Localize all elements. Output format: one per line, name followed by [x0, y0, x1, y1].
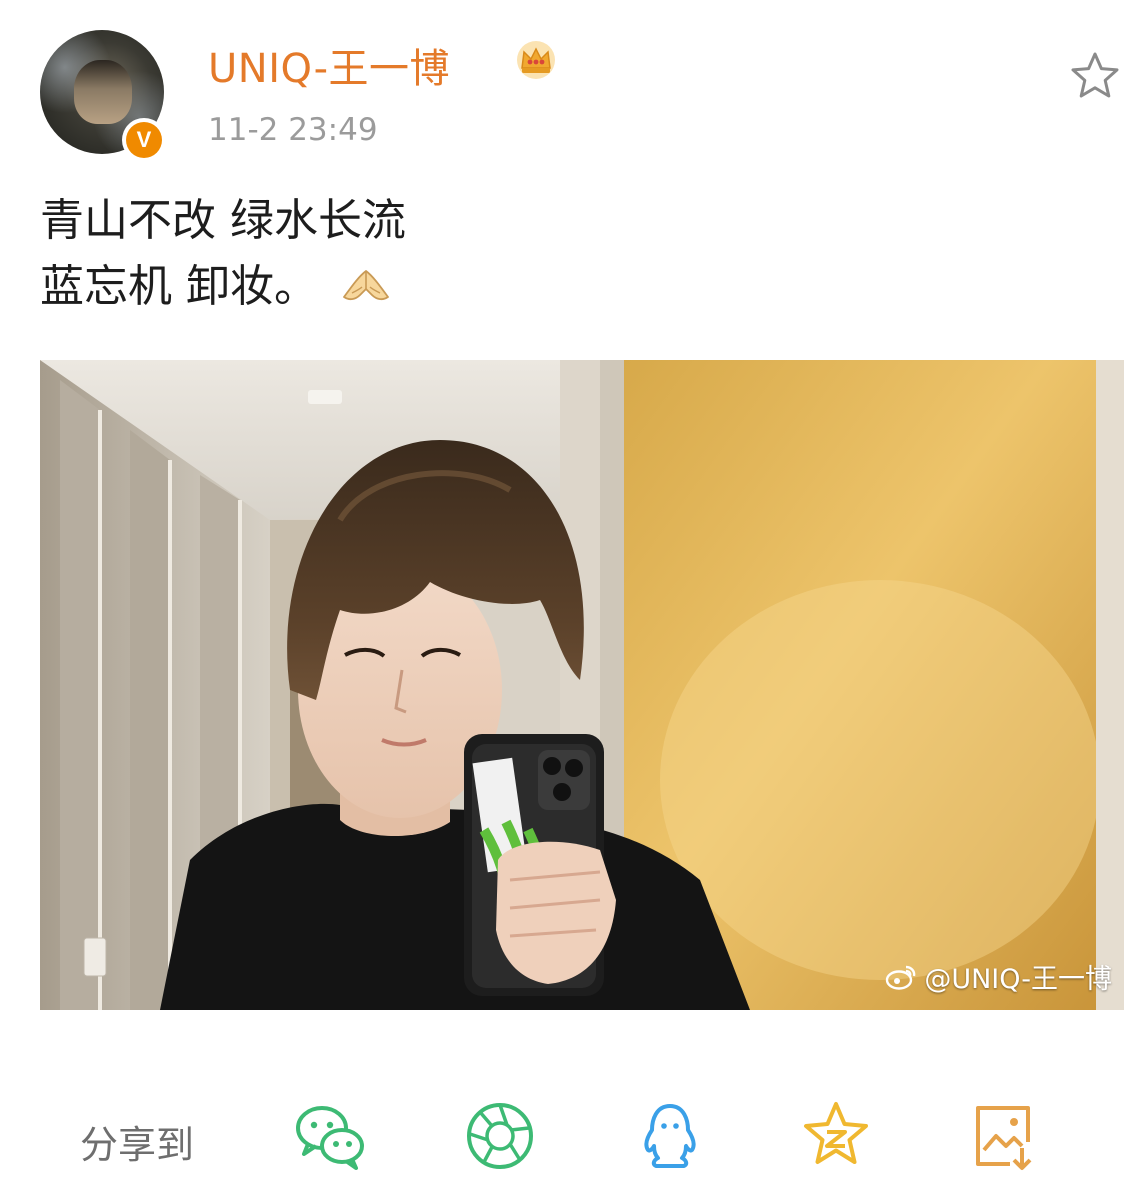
- favorite-star-icon[interactable]: [1068, 50, 1122, 102]
- qq-icon[interactable]: [632, 1098, 708, 1174]
- weibo-post: V UNIQ-王一博 11-2 23:49 青山不改 绿水长流 蓝忘机 卸妆。: [0, 0, 1144, 1200]
- moments-icon[interactable]: [462, 1098, 538, 1174]
- watermark-text: @UNIQ-王一博: [924, 964, 1112, 995]
- photo-watermark: @UNIQ-王一博: [884, 957, 1112, 996]
- share-label: 分享到: [80, 1123, 195, 1167]
- post-text-line-2-text: 蓝忘机 卸妆。: [40, 261, 318, 312]
- weibo-logo-icon: [886, 965, 916, 990]
- post-text-line-1: 青山不改 绿水长流: [40, 195, 406, 246]
- post-photo[interactable]: @UNIQ-王一博: [40, 360, 1124, 1010]
- crown-icon: [517, 41, 555, 79]
- post-timestamp: 11-2 23:49: [208, 112, 378, 148]
- qzone-icon[interactable]: [798, 1098, 874, 1174]
- author-name[interactable]: UNIQ-王一博: [208, 36, 450, 94]
- post-text-line-2: 蓝忘机 卸妆。: [40, 254, 406, 320]
- wechat-icon[interactable]: [292, 1098, 368, 1174]
- save-image-icon[interactable]: [966, 1098, 1042, 1174]
- avatar-face: [74, 60, 132, 124]
- mirror-selfie-photo: [40, 360, 1124, 1010]
- verified-badge-letter: V: [126, 122, 162, 158]
- verified-badge: V: [122, 118, 166, 162]
- bowing-hands-emoji-icon: [343, 270, 389, 301]
- post-content: 青山不改 绿水长流 蓝忘机 卸妆。: [40, 188, 406, 320]
